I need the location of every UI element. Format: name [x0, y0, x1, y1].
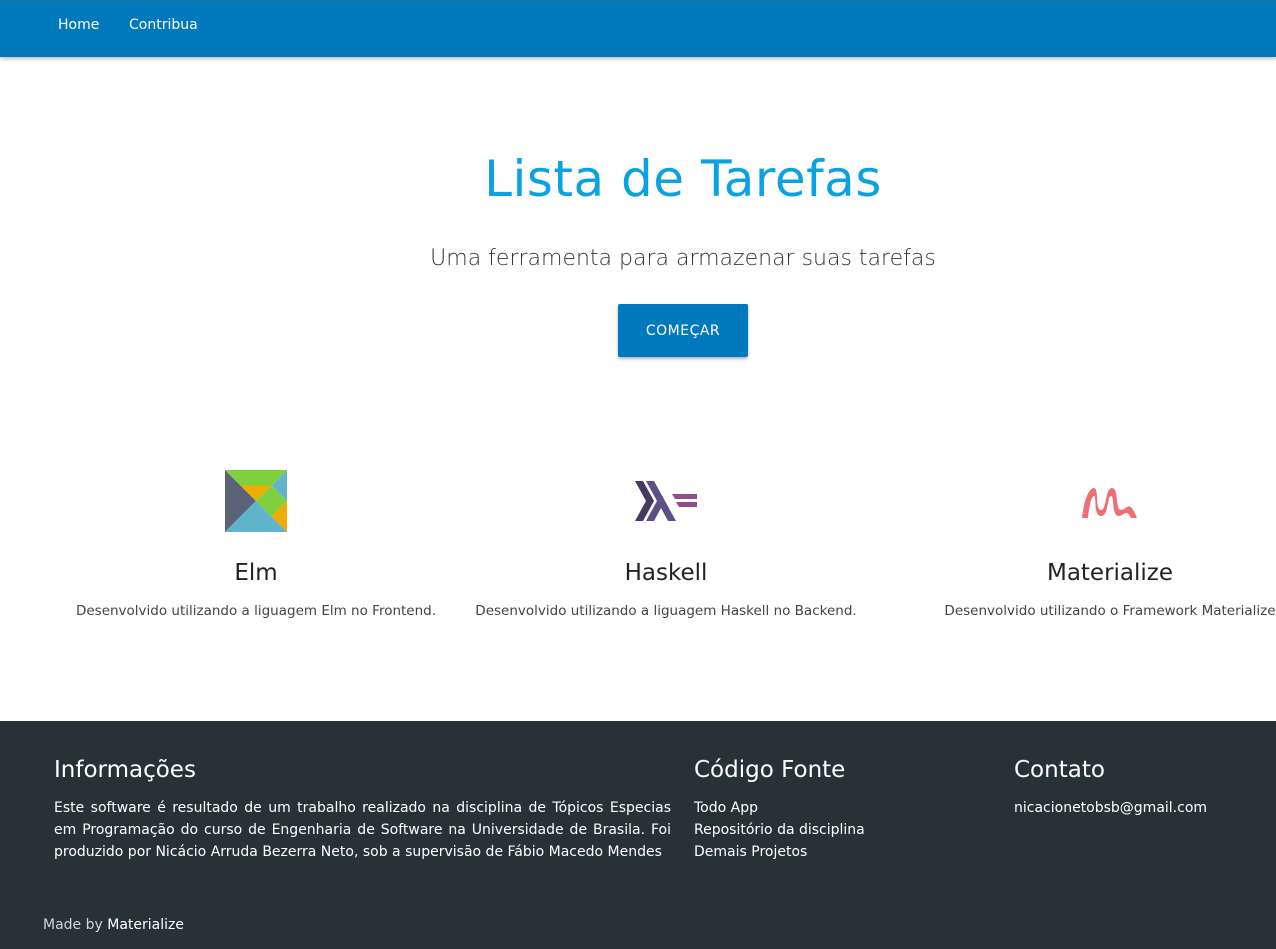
nav-contribua-link[interactable]: Contribua	[129, 17, 198, 33]
comecar-button[interactable]: COMEÇAR	[618, 304, 748, 357]
hero-title: Lista de Tarefas	[0, 150, 1276, 208]
footer-link-demais-projetos[interactable]: Demais Projetos	[694, 844, 807, 860]
feature-haskell-text: Desenvolvido utilizando a liguagem Haske…	[475, 603, 857, 619]
page-footer: Informações Este software é resultado de…	[0, 721, 1276, 949]
nav-home-link[interactable]: Home	[58, 17, 99, 33]
footer-contact-column: Contato nicacionetobsb@gmail.com	[1014, 757, 1264, 819]
footer-link-todo-app[interactable]: Todo App	[694, 800, 758, 816]
footer-code-column: Código Fonte Todo App Repositório da dis…	[694, 757, 994, 863]
materialize-logo-icon	[1082, 488, 1137, 518]
footer-code-links: Todo App Repositório da disciplina Demai…	[694, 797, 994, 863]
footer-link-repositorio[interactable]: Repositório da disciplina	[694, 822, 865, 838]
feature-materialize-text: Desenvolvido utilizando o Framework Mate…	[944, 603, 1276, 619]
haskell-logo-icon	[635, 481, 697, 521]
feature-haskell-title: Haskell	[624, 560, 708, 586]
footer-info-column: Informações Este software é resultado de…	[54, 757, 671, 863]
elm-logo-icon	[225, 470, 287, 532]
made-by-prefix: Made by	[43, 917, 108, 933]
footer-info-title: Informações	[54, 757, 196, 783]
made-by-credit: Made by Materialize	[43, 917, 184, 933]
hero-subtitle: Uma ferramenta para armazenar suas taref…	[430, 246, 936, 271]
materialize-link[interactable]: Materialize	[107, 917, 184, 933]
feature-haskell: Haskell Desenvolvido utilizando a liguag…	[420, 470, 912, 619]
footer-contact-title: Contato	[1014, 757, 1105, 783]
top-navbar: Home Contribua	[0, 0, 1276, 57]
footer-info-text: Este software é resultado de um trabalho…	[54, 800, 671, 860]
hero-title-text: Lista de Tarefas	[484, 150, 882, 208]
feature-materialize: Materialize Desenvolvido utilizando o Fr…	[880, 470, 1276, 619]
footer-contact-email: nicacionetobsb@gmail.com	[1014, 800, 1208, 816]
footer-code-title: Código Fonte	[694, 757, 846, 783]
feature-materialize-title: Materialize	[1046, 560, 1174, 586]
